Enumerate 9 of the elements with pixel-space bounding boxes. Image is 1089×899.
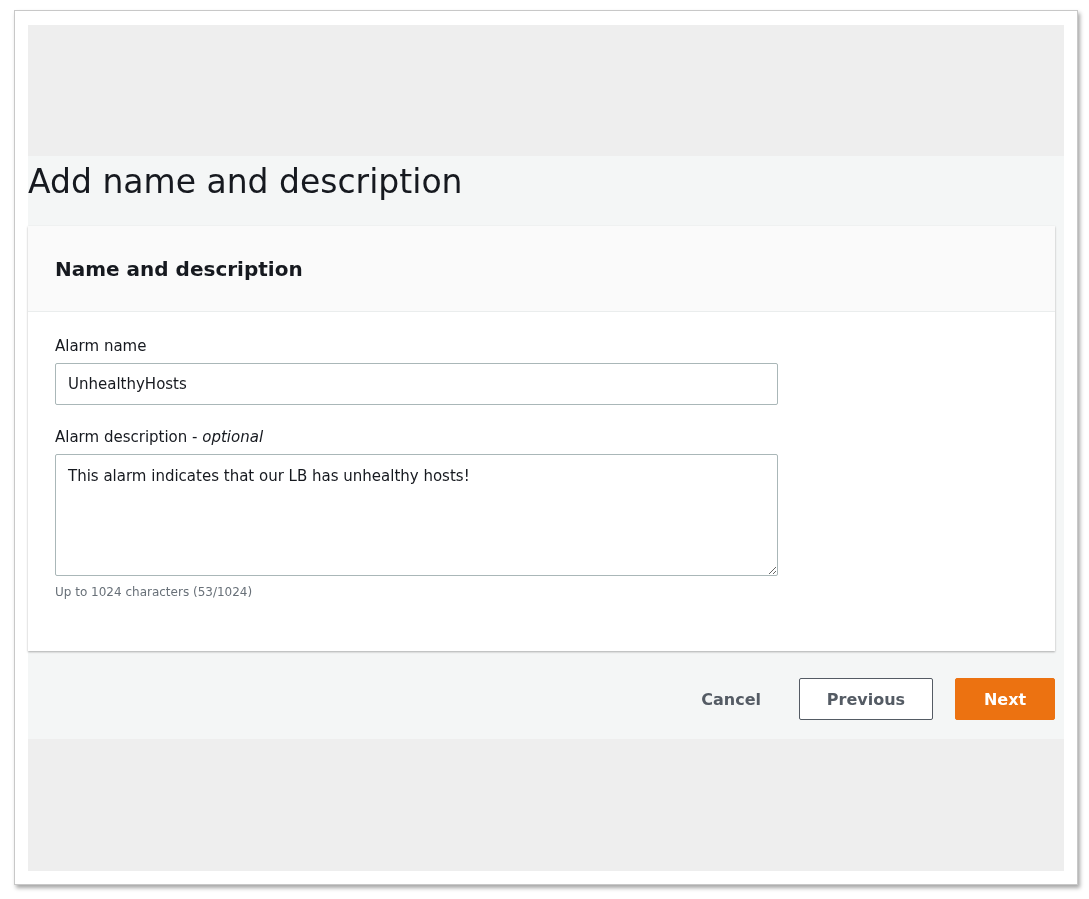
character-count-hint: Up to 1024 characters (53/1024) bbox=[55, 585, 253, 599]
page-title: Add name and description bbox=[28, 161, 464, 203]
text-input-field[interactable]: UnhealthyHosts bbox=[55, 363, 778, 405]
field-label: Alarm description - optional bbox=[55, 428, 264, 446]
textarea-field[interactable]: This alarm indicates that our LB has unhealthy hosts! bbox=[55, 454, 778, 576]
panel-title: Name and description bbox=[55, 256, 303, 281]
previous-button[interactable]: Previous bbox=[799, 678, 933, 720]
cancel-link[interactable]: Cancel bbox=[675, 678, 787, 720]
field-label: Alarm name bbox=[55, 337, 147, 355]
